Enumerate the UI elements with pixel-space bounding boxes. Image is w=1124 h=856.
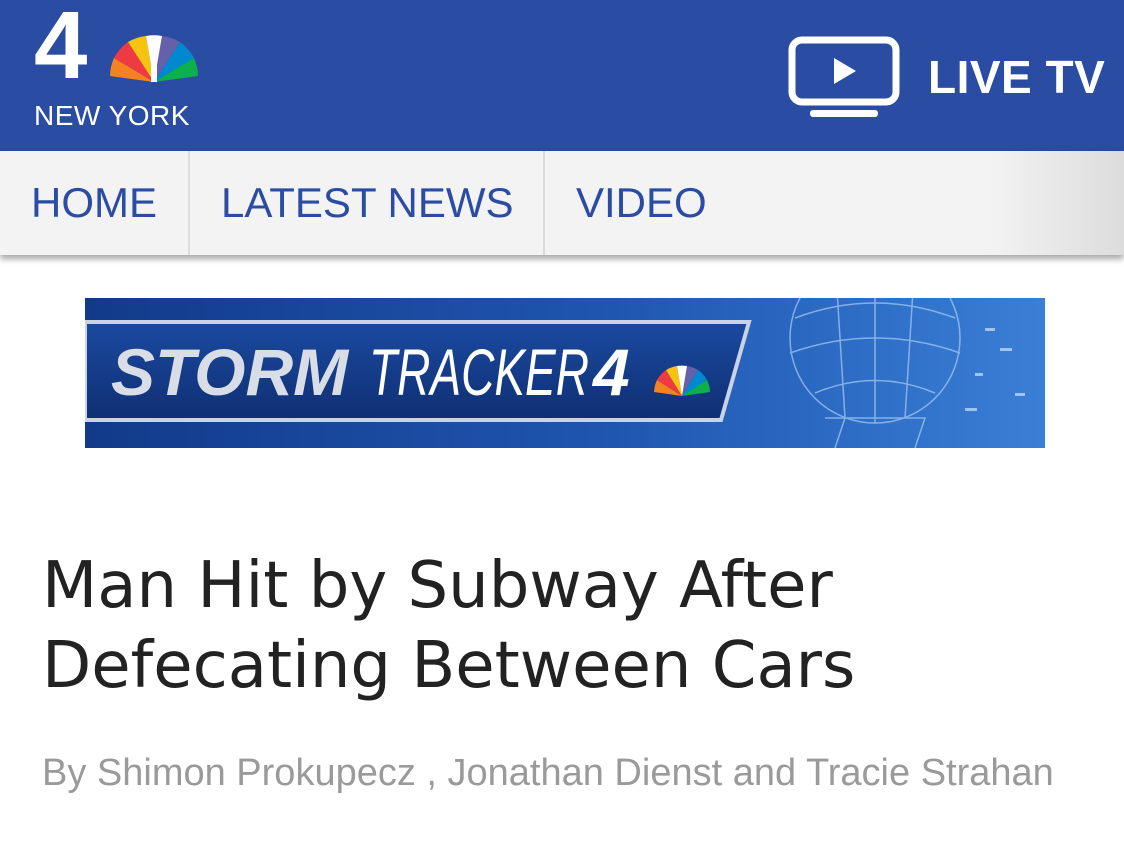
live-tv-button[interactable]: LIVE TV xyxy=(788,36,1108,120)
banner-number-text: 4 xyxy=(591,335,630,409)
play-tv-icon xyxy=(788,36,900,117)
article-byline: By Shimon Prokupecz , Jonathan Dienst an… xyxy=(42,752,1054,794)
live-tv-label: LIVE TV xyxy=(928,51,1106,103)
logo-subtitle: NEW YORK xyxy=(34,100,190,131)
site-header: 4 NEW YORK LIVE TV xyxy=(0,0,1124,151)
nav-item-video[interactable]: VIDEO xyxy=(545,151,707,255)
banner-storm-text: STORM xyxy=(111,335,350,409)
stormtracker-banner-graphic: STORM TRACKER 4 xyxy=(85,298,1045,448)
nav-item-latest-news[interactable]: LATEST NEWS xyxy=(190,151,545,255)
article-headline: Man Hit by Subway After Defecating Betwe… xyxy=(42,549,856,703)
nbc4-new-york-logo[interactable]: 4 NEW YORK xyxy=(34,0,224,140)
logo-number: 4 xyxy=(34,0,87,99)
banner-tracker-text: TRACKER xyxy=(369,335,589,409)
stormtracker-banner[interactable]: STORM TRACKER 4 xyxy=(85,298,1045,448)
nav-item-home[interactable]: HOME xyxy=(0,151,190,255)
nbc-peacock-icon: 4 xyxy=(34,0,198,99)
main-nav: HOME LATEST NEWS VIDEO xyxy=(0,151,1124,255)
